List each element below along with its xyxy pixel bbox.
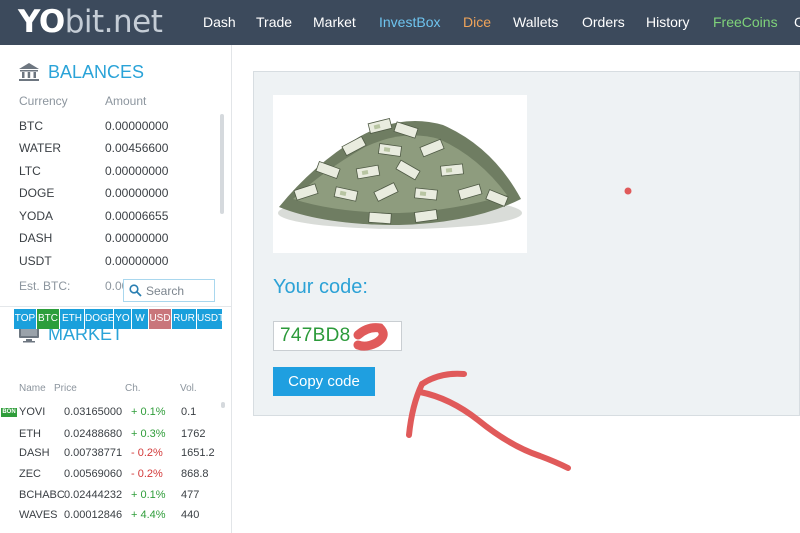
balance-amount: 0.00000000 (105, 164, 169, 178)
bonus-badge: BON (1, 408, 17, 417)
logo-text-domain: bit.net (64, 4, 163, 40)
market-col-name: Name (19, 383, 46, 394)
copy-code-button[interactable]: Copy code (273, 367, 375, 396)
bank-icon (18, 62, 40, 87)
market-row-change: - 0.2% (131, 447, 163, 459)
code-field[interactable]: 747BD8 (273, 321, 402, 351)
market-row-name[interactable]: DASH (19, 447, 50, 459)
market-col-price: Price (54, 383, 77, 394)
market-row-change: - 0.2% (131, 468, 163, 480)
market-scrollbar[interactable] (221, 402, 225, 408)
code-value: 747BD8 (280, 325, 351, 346)
balances-scrollbar[interactable] (220, 114, 224, 214)
market-tab-usd[interactable]: USD (149, 309, 172, 329)
logo-text-yo: YO (18, 4, 65, 40)
nav-orders[interactable]: Orders (582, 0, 625, 45)
nav-investbox[interactable]: InvestBox (379, 0, 440, 45)
market-row-name[interactable]: ETH (19, 428, 41, 440)
balances-title: BALANCES (48, 62, 145, 82)
market-row-price: 0.00738771 (64, 447, 123, 459)
market-row-price: 0.03165000 (64, 406, 123, 418)
nav-more[interactable]: C (794, 0, 800, 45)
market-row-vol: 868.8 (181, 468, 209, 480)
market-row-name[interactable]: ZEC (19, 468, 41, 480)
market-tab-yo[interactable]: YO (114, 309, 132, 329)
market-row-price: 0.00012846 (64, 509, 123, 521)
market-row-vol: 0.1 (181, 406, 197, 418)
market-col-vol: Vol. (180, 383, 197, 394)
search-icon (129, 284, 142, 302)
money-pile-image (273, 95, 527, 253)
nav-dice[interactable]: Dice (463, 0, 491, 45)
market-row-price: 0.02444232 (64, 489, 123, 501)
balances-col-amount: Amount (105, 94, 147, 108)
balance-currency[interactable]: BTC (19, 119, 43, 133)
balance-currency[interactable]: USDT (19, 254, 52, 268)
market-tab-doge[interactable]: DOGE (85, 309, 114, 329)
search-input[interactable] (146, 281, 212, 300)
balances-col-currency: Currency (19, 94, 68, 108)
market-row-price: 0.00569060 (64, 468, 123, 480)
top-navbar: YObit.net Dash Trade Market InvestBox Di… (0, 0, 800, 45)
market-row-name[interactable]: WAVES (19, 509, 58, 521)
market-row-vol: 1651.2 (181, 447, 215, 459)
balance-amount: 0.00456600 (105, 141, 169, 155)
nav-dash[interactable]: Dash (203, 0, 236, 45)
balance-currency[interactable]: YODA (19, 209, 53, 223)
market-tab-w[interactable]: W (132, 309, 149, 329)
your-code-label: Your code: (273, 276, 368, 298)
balance-currency[interactable]: LTC (19, 164, 41, 178)
market-row-change: + 0.1% (131, 489, 166, 501)
market-row-name[interactable]: YOVI (19, 406, 45, 418)
balance-amount: 0.00000000 (105, 186, 169, 200)
market-row-vol: 477 (181, 489, 200, 501)
market-tab-eth[interactable]: ETH (60, 309, 85, 329)
sidebar-divider (0, 306, 231, 307)
balance-currency[interactable]: DASH (19, 231, 52, 245)
nav-wallets[interactable]: Wallets (513, 0, 558, 45)
nav-history[interactable]: History (646, 0, 690, 45)
balance-amount: 0.00000000 (105, 119, 169, 133)
site-logo[interactable]: YObit.net (18, 2, 163, 42)
market-row-vol: 440 (181, 509, 200, 521)
market-tab-btc[interactable]: BTC (37, 309, 60, 329)
market-row-vol: 1762 (181, 428, 206, 440)
market-row-change: + 0.3% (131, 428, 166, 440)
market-row-price: 0.02488680 (64, 428, 123, 440)
nav-market[interactable]: Market (313, 0, 356, 45)
nav-trade[interactable]: Trade (256, 0, 292, 45)
market-tab-top[interactable]: TOP (14, 309, 37, 329)
nav-freecoins[interactable]: FreeCoins (713, 0, 778, 45)
market-row-change: + 4.4% (131, 509, 166, 521)
market-col-change: Ch. (125, 383, 141, 394)
est-btc-label: Est. BTC: (19, 279, 71, 293)
market-row-name[interactable]: BCHABC (19, 489, 65, 501)
balance-amount: 0.00000000 (105, 254, 169, 268)
market-row-change: + 0.1% (131, 406, 166, 418)
balance-currency[interactable]: WATER (19, 141, 61, 155)
balance-amount: 0.00000000 (105, 231, 169, 245)
market-tab-usdt[interactable]: USDT (197, 309, 224, 329)
balance-currency[interactable]: DOGE (19, 186, 54, 200)
market-search[interactable] (123, 279, 215, 302)
market-tab-rur[interactable]: RUR (172, 309, 197, 329)
balance-amount: 0.00006655 (105, 209, 169, 223)
